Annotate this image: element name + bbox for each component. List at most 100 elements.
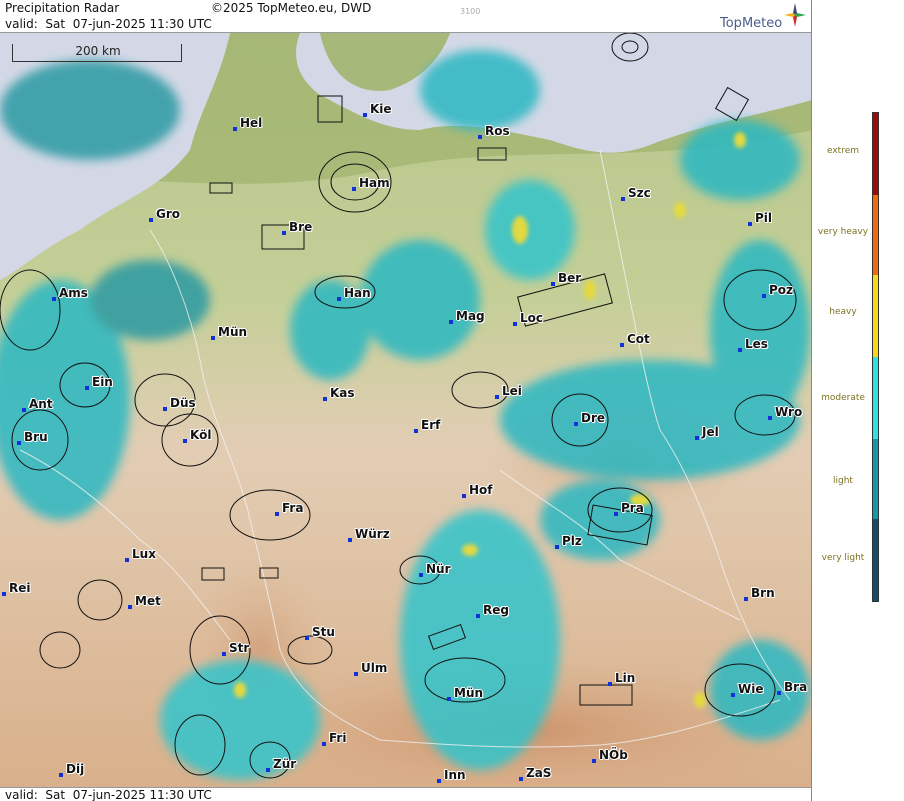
city-label: Wro	[775, 405, 803, 419]
legend-color-bar	[872, 112, 879, 602]
legend-swatch-light	[873, 439, 878, 519]
city-label: Zür	[273, 757, 297, 771]
city-dot-icon	[777, 691, 781, 695]
legend-label-moderate: moderate	[821, 393, 865, 403]
city-label: Mün	[218, 325, 248, 339]
city-label: NÖb	[599, 748, 628, 762]
city-label: Str	[229, 641, 250, 655]
legend-swatch-very-light	[873, 519, 878, 601]
radar-map-frame: Precipitation Radar ©2025 TopMeteo.eu, D…	[0, 0, 812, 801]
city-label: Rei	[9, 581, 31, 595]
city-label: Han	[344, 286, 371, 300]
copyright-text: ©2025 TopMeteo.eu, DWD	[211, 1, 372, 15]
city-dot-icon	[322, 742, 326, 746]
city-dot-icon	[614, 512, 618, 516]
legend-swatch-moderate	[873, 357, 878, 439]
legend-swatch-extrem	[873, 113, 878, 195]
city-label: Ros	[485, 124, 510, 138]
city-label: Ams	[59, 286, 88, 300]
city-dot-icon	[354, 672, 358, 676]
city-label: ZaS	[526, 766, 552, 780]
city-dot-icon	[414, 429, 418, 433]
city-label: Lux	[132, 547, 156, 561]
city-label: Szc	[628, 186, 651, 200]
city-dot-icon	[513, 322, 517, 326]
city-label: Ant	[29, 397, 53, 411]
city-dot-icon	[762, 294, 766, 298]
map-header: Precipitation Radar ©2025 TopMeteo.eu, D…	[0, 0, 811, 33]
city-dot-icon	[282, 231, 286, 235]
city-label: Dij	[66, 762, 85, 776]
city-dot-icon	[183, 439, 187, 443]
city-label: Inn	[444, 768, 466, 782]
city-dot-icon	[449, 320, 453, 324]
city-label: Mag	[456, 309, 485, 323]
intensity-legend: extrem very heavy heavy moderate light v…	[813, 0, 904, 801]
radar-map	[0, 33, 811, 787]
city-label: Bre	[289, 220, 313, 234]
city-dot-icon	[363, 113, 367, 117]
city-label: Brn	[751, 586, 775, 600]
map-footer: valid: Sat 07-jun-2025 11:30 UTC	[0, 787, 811, 801]
city-dot-icon	[495, 395, 499, 399]
city-dot-icon	[744, 597, 748, 601]
legend-label-extrem: extrem	[826, 146, 860, 156]
legend-swatch-heavy	[873, 275, 878, 357]
legend-label-heavy: heavy	[829, 307, 857, 317]
city-label: Erf	[421, 418, 441, 432]
city-label: Hel	[240, 116, 263, 130]
city-label: Düs	[170, 396, 196, 410]
city-label: Ham	[359, 176, 390, 190]
product-code: 3100	[460, 7, 481, 16]
legend-label-very-heavy: very heavy	[817, 227, 869, 237]
city-dot-icon	[348, 538, 352, 542]
brand-compass-icon	[784, 3, 806, 27]
city-label: Dre	[581, 411, 606, 425]
city-label: Lin	[615, 671, 636, 685]
city-dot-icon	[163, 407, 167, 411]
city-dot-icon	[555, 545, 559, 549]
city-dot-icon	[59, 773, 63, 777]
city-label: Jel	[702, 425, 719, 439]
city-label: Wie	[738, 682, 764, 696]
city-label: Fri	[329, 731, 347, 745]
city-dot-icon	[476, 614, 480, 618]
city-label: Kie	[370, 102, 392, 116]
city-dot-icon	[620, 343, 624, 347]
legend-swatch-very-heavy	[873, 195, 878, 275]
city-label: Stu	[312, 625, 335, 639]
city-dot-icon	[748, 222, 752, 226]
city-dot-icon	[125, 558, 129, 562]
legend-label-very-light: very light	[821, 553, 865, 563]
city-dot-icon	[574, 422, 578, 426]
city-label: Poz	[769, 283, 794, 297]
legend-label-light: light	[833, 476, 853, 486]
city-dot-icon	[337, 297, 341, 301]
city-dot-icon	[352, 187, 356, 191]
city-dot-icon	[592, 759, 596, 763]
brand-name: TopMeteo	[720, 16, 783, 31]
city-dot-icon	[128, 605, 132, 609]
city-label: Bru	[24, 430, 48, 444]
city-dot-icon	[22, 408, 26, 412]
city-label: Plz	[562, 534, 582, 548]
city-dot-icon	[447, 697, 451, 701]
city-dot-icon	[266, 768, 270, 772]
city-label: Köl	[190, 428, 212, 442]
city-dot-icon	[233, 127, 237, 131]
city-dot-icon	[768, 416, 772, 420]
city-dot-icon	[275, 512, 279, 516]
scale-label: 200 km	[75, 44, 121, 58]
city-dot-icon	[551, 282, 555, 286]
city-label: Ulm	[361, 661, 388, 675]
city-dot-icon	[519, 777, 523, 781]
city-label: Pil	[755, 211, 773, 225]
scale-bar: 200 km	[12, 44, 182, 62]
city-dot-icon	[85, 386, 89, 390]
city-label: Ein	[92, 375, 113, 389]
city-label: Kas	[330, 386, 355, 400]
city-label: Lei	[502, 384, 522, 398]
city-dot-icon	[211, 336, 215, 340]
city-label: Met	[135, 594, 161, 608]
city-label: Loc	[520, 311, 544, 325]
